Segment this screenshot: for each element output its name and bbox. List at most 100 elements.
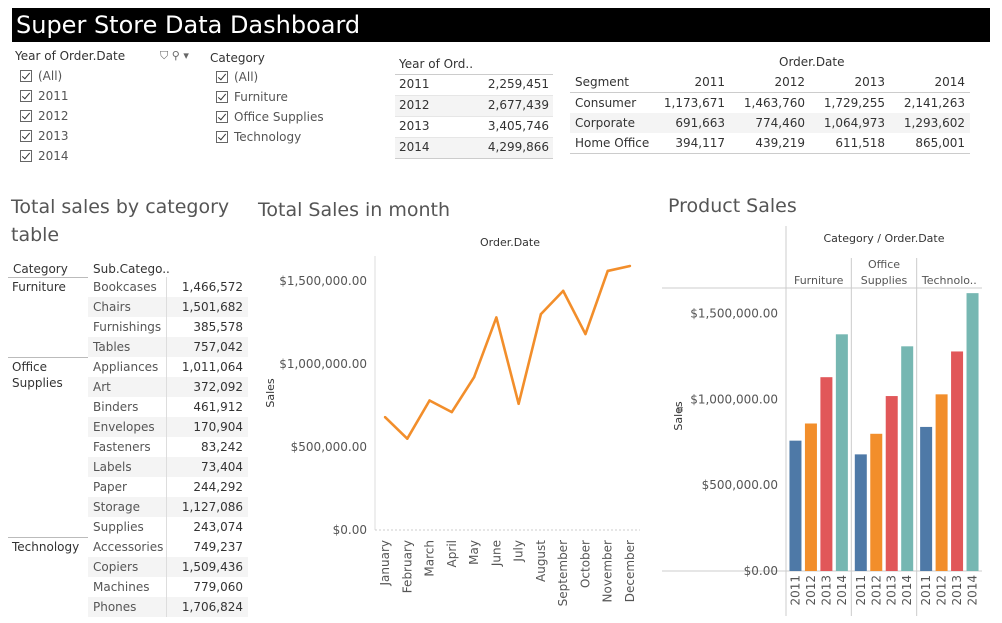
value-cell: 244,292 [193, 480, 243, 494]
line-point[interactable] [517, 402, 520, 405]
x-tick-label: March [423, 540, 437, 577]
year-option-2012[interactable]: 2012 [20, 106, 69, 126]
line-point[interactable] [539, 312, 543, 316]
value-cell: 1,011,064 [181, 360, 243, 374]
table-row: 2012 2,677,439 [395, 96, 553, 117]
value-cell: 1,501,682 [181, 300, 243, 314]
bar[interactable] [804, 423, 817, 571]
line-point[interactable] [584, 332, 587, 336]
table-row: Bookcases 1,466,572 [88, 277, 248, 297]
year-option-2014[interactable]: 2014 [20, 146, 69, 166]
year-table-header: Year of Ord.. [399, 57, 474, 71]
line-point[interactable] [428, 399, 431, 402]
x-tick-label: 2012 [935, 575, 949, 606]
bar[interactable] [835, 334, 848, 571]
x-tick-label: February [400, 540, 414, 593]
x-tick-label: July [512, 540, 526, 563]
line-chart-title: Total Sales in month [258, 199, 451, 221]
column-header: 2012 [774, 75, 805, 89]
y-tick-label: $1,000,000.00 [279, 357, 367, 371]
line-point[interactable] [606, 269, 609, 273]
group-label: Technolo.. [921, 274, 977, 287]
category-option-all[interactable]: (All) [216, 67, 324, 87]
year-option-2013[interactable]: 2013 [20, 126, 69, 146]
bar[interactable] [935, 394, 948, 571]
year-option-2011[interactable]: 2011 [20, 86, 69, 106]
column-divider [166, 577, 167, 597]
x-tick-label: 2013 [819, 575, 833, 606]
table-row: Copiers 1,509,436 [88, 557, 248, 577]
table-row: Consumer 1,173,671 1,463,760 1,729,255 2… [570, 93, 970, 113]
filter-controls[interactable]: ⛉ ⚲ ▾ [160, 49, 189, 63]
checkbox-checked-icon[interactable] [216, 71, 228, 83]
bar[interactable] [820, 377, 833, 571]
category-cell: Technology [12, 540, 80, 554]
segment-table: Segment 2011 2012 2013 2014 Consumer 1,1… [570, 72, 970, 154]
table-row: 2011 2,259,451 [395, 75, 553, 96]
funnel-icon[interactable]: ⛉ [160, 49, 168, 62]
line-point[interactable] [450, 410, 454, 414]
table-row: Supplies 243,074 [88, 517, 248, 537]
x-tick-label: October [578, 540, 592, 588]
bar[interactable] [854, 454, 867, 571]
value-cell: 757,042 [193, 340, 243, 354]
line-point[interactable] [628, 264, 632, 268]
y-axis-label: Sales [264, 378, 277, 408]
checkbox-checked-icon[interactable] [20, 150, 32, 162]
checkbox-checked-icon[interactable] [216, 91, 228, 103]
category-table: Furniture Bookcases 1,466,572 Chairs 1,501,6… [8, 277, 248, 617]
column-divider [166, 297, 167, 317]
y-tick-label: $0.00 [744, 564, 778, 578]
bar[interactable] [870, 433, 883, 571]
category-column-header: Category [13, 262, 68, 276]
bar[interactable] [951, 351, 964, 571]
table-row: Accessories 749,237 [88, 537, 248, 557]
category-filter-title: Category [210, 51, 265, 65]
category-option-office-supplies[interactable]: Office Supplies [216, 107, 324, 127]
table-row: 2014 4,299,866 [395, 138, 553, 159]
line-point[interactable] [495, 316, 498, 319]
bar[interactable] [966, 293, 979, 571]
line-point[interactable] [383, 415, 387, 419]
checkbox-checked-icon[interactable] [20, 130, 32, 142]
x-tick-label: June [489, 540, 503, 567]
segment-cell: Consumer [575, 96, 637, 110]
bar-chart-header: Category / Order.Date [824, 232, 945, 245]
year-table: 2011 2,259,451 2012 2,677,439 2013 3,405… [395, 74, 553, 159]
dropdown-arrow-icon[interactable]: ▾ [183, 49, 189, 62]
x-tick-label: January [378, 540, 392, 587]
bar[interactable] [789, 440, 802, 571]
group-label: Office [868, 258, 900, 271]
bar[interactable] [920, 426, 933, 571]
category-option-furniture[interactable]: Furniture [216, 87, 324, 107]
category-option-technology[interactable]: Technology [216, 127, 324, 147]
column-divider [166, 477, 167, 497]
segment-table-group-header: Order.Date [779, 55, 845, 69]
checkbox-checked-icon[interactable] [20, 70, 32, 82]
checkbox-checked-icon[interactable] [20, 110, 32, 122]
search-icon[interactable]: ⚲ [172, 49, 180, 62]
table-row: Furnishings 385,578 [88, 317, 248, 337]
subcategory-cell: Chairs [93, 300, 131, 314]
group-label: Supplies [861, 274, 908, 287]
checkbox-checked-icon[interactable] [20, 90, 32, 102]
table-row: Binders 461,912 [88, 397, 248, 417]
line-point[interactable] [561, 289, 565, 293]
checkbox-checked-icon[interactable] [216, 131, 228, 143]
line-point[interactable] [472, 376, 476, 379]
line-point[interactable] [406, 437, 409, 440]
year-option-all[interactable]: (All) [20, 66, 69, 86]
x-tick-label: 2013 [950, 575, 964, 606]
bar[interactable] [885, 396, 898, 571]
value-cell: 4,299,866 [487, 140, 549, 154]
subcategory-cell: Envelopes [93, 420, 155, 434]
column-header: 2011 [694, 75, 725, 89]
checkbox-checked-icon[interactable] [216, 111, 228, 123]
sort-icon[interactable]: ≡ [676, 405, 684, 415]
bar[interactable] [901, 346, 914, 571]
value-cell: 1,509,436 [181, 560, 243, 574]
line-series[interactable] [384, 264, 631, 440]
x-tick-label: September [556, 540, 570, 606]
column-divider [166, 357, 167, 377]
y-tick-label: $1,500,000.00 [690, 307, 778, 321]
